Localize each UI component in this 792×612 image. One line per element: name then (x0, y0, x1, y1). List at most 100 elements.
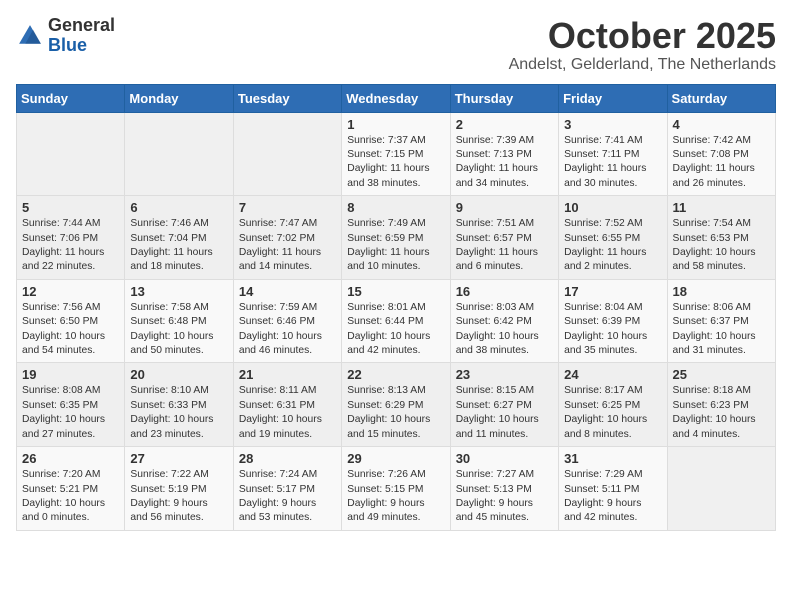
day-info: Sunrise: 7:26 AM Sunset: 5:15 PM Dayligh… (347, 468, 444, 526)
day-info: Sunrise: 7:27 AM Sunset: 5:13 PM Dayligh… (456, 468, 553, 526)
calendar-table: SundayMondayTuesdayWednesdayThursdayFrid… (16, 84, 776, 531)
calendar-day-cell: 21 Sunrise: 8:11 AM Sunset: 6:31 PM Dayli… (233, 363, 341, 447)
day-number: 23 (456, 367, 553, 382)
calendar-day-cell: 7 Sunrise: 7:47 AM Sunset: 7:02 PM Daylig… (233, 196, 341, 280)
weekday-header: Tuesday (233, 84, 341, 112)
day-info: Sunrise: 8:15 AM Sunset: 6:27 PM Dayligh… (456, 384, 553, 442)
weekday-header: Monday (125, 84, 233, 112)
day-info: Sunrise: 7:22 AM Sunset: 5:19 PM Dayligh… (130, 468, 227, 526)
calendar-day-cell: 29 Sunrise: 7:26 AM Sunset: 5:15 PM Dayli… (342, 447, 450, 531)
day-number: 13 (130, 284, 227, 299)
weekday-header: Friday (559, 84, 667, 112)
title-block: October 2025 Andelst, Gelderland, The Ne… (509, 16, 776, 74)
day-info: Sunrise: 7:37 AM Sunset: 7:15 PM Dayligh… (347, 134, 444, 192)
calendar-day-cell: 22 Sunrise: 8:13 AM Sunset: 6:29 PM Dayli… (342, 363, 450, 447)
calendar-day-cell: 1Sunrise: 7:37 AM Sunset: 7:15 PM Daylig… (342, 112, 450, 196)
calendar-header-row: SundayMondayTuesdayWednesdayThursdayFrid… (17, 84, 776, 112)
day-number: 4 (673, 117, 770, 132)
calendar-day-cell: 13 Sunrise: 7:58 AM Sunset: 6:48 PM Dayli… (125, 279, 233, 363)
day-number: 10 (564, 200, 661, 215)
calendar-day-cell: 23 Sunrise: 8:15 AM Sunset: 6:27 PM Dayli… (450, 363, 558, 447)
day-number: 17 (564, 284, 661, 299)
calendar-day-cell (125, 112, 233, 196)
calendar-week-row: 26Sunrise: 7:20 AM Sunset: 5:21 PM Dayli… (17, 447, 776, 531)
calendar-day-cell: 3 Sunrise: 7:41 AM Sunset: 7:11 PM Daylig… (559, 112, 667, 196)
location-text: Andelst, Gelderland, The Netherlands (509, 56, 776, 74)
day-info: Sunrise: 7:44 AM Sunset: 7:06 PM Dayligh… (22, 217, 119, 275)
calendar-day-cell: 8 Sunrise: 7:49 AM Sunset: 6:59 PM Daylig… (342, 196, 450, 280)
day-number: 20 (130, 367, 227, 382)
calendar-day-cell: 9Sunrise: 7:51 AM Sunset: 6:57 PM Daylig… (450, 196, 558, 280)
calendar-day-cell: 5 Sunrise: 7:44 AM Sunset: 7:06 PM Daylig… (17, 196, 125, 280)
day-info: Sunrise: 8:10 AM Sunset: 6:33 PM Dayligh… (130, 384, 227, 442)
weekday-header: Sunday (17, 84, 125, 112)
calendar-day-cell: 31 Sunrise: 7:29 AM Sunset: 5:11 PM Dayli… (559, 447, 667, 531)
calendar-day-cell: 4 Sunrise: 7:42 AM Sunset: 7:08 PM Daylig… (667, 112, 775, 196)
calendar-week-row: 5 Sunrise: 7:44 AM Sunset: 7:06 PM Daylig… (17, 196, 776, 280)
day-number: 15 (347, 284, 444, 299)
day-info: Sunrise: 8:04 AM Sunset: 6:39 PM Dayligh… (564, 301, 661, 359)
day-number: 31 (564, 451, 661, 466)
day-info: Sunrise: 7:24 AM Sunset: 5:17 PM Dayligh… (239, 468, 336, 526)
day-number: 14 (239, 284, 336, 299)
day-number: 27 (130, 451, 227, 466)
day-number: 18 (673, 284, 770, 299)
calendar-week-row: 12 Sunrise: 7:56 AM Sunset: 6:50 PM Dayli… (17, 279, 776, 363)
day-number: 5 (22, 200, 119, 215)
logo-icon (16, 22, 44, 50)
day-info: Sunrise: 8:11 AM Sunset: 6:31 PM Dayligh… (239, 384, 336, 442)
calendar-day-cell: 16 Sunrise: 8:03 AM Sunset: 6:42 PM Dayli… (450, 279, 558, 363)
weekday-header: Wednesday (342, 84, 450, 112)
logo-general-text: General (48, 15, 115, 35)
day-info: Sunrise: 7:56 AM Sunset: 6:50 PM Dayligh… (22, 301, 119, 359)
day-number: 30 (456, 451, 553, 466)
day-number: 8 (347, 200, 444, 215)
day-number: 12 (22, 284, 119, 299)
day-number: 29 (347, 451, 444, 466)
day-info: Sunrise: 8:13 AM Sunset: 6:29 PM Dayligh… (347, 384, 444, 442)
day-info: Sunrise: 7:59 AM Sunset: 6:46 PM Dayligh… (239, 301, 336, 359)
day-info: Sunrise: 7:42 AM Sunset: 7:08 PM Dayligh… (673, 134, 770, 192)
calendar-day-cell: 11 Sunrise: 7:54 AM Sunset: 6:53 PM Dayli… (667, 196, 775, 280)
calendar-week-row: 1Sunrise: 7:37 AM Sunset: 7:15 PM Daylig… (17, 112, 776, 196)
calendar-day-cell: 6Sunrise: 7:46 AM Sunset: 7:04 PM Daylig… (125, 196, 233, 280)
day-info: Sunrise: 8:03 AM Sunset: 6:42 PM Dayligh… (456, 301, 553, 359)
calendar-day-cell: 17 Sunrise: 8:04 AM Sunset: 6:39 PM Dayli… (559, 279, 667, 363)
calendar-week-row: 19Sunrise: 8:08 AM Sunset: 6:35 PM Dayli… (17, 363, 776, 447)
calendar-day-cell: 28 Sunrise: 7:24 AM Sunset: 5:17 PM Dayli… (233, 447, 341, 531)
day-number: 16 (456, 284, 553, 299)
day-number: 7 (239, 200, 336, 215)
day-number: 19 (22, 367, 119, 382)
day-info: Sunrise: 7:29 AM Sunset: 5:11 PM Dayligh… (564, 468, 661, 526)
day-number: 28 (239, 451, 336, 466)
day-number: 24 (564, 367, 661, 382)
calendar-day-cell: 18 Sunrise: 8:06 AM Sunset: 6:37 PM Dayli… (667, 279, 775, 363)
day-info: Sunrise: 7:49 AM Sunset: 6:59 PM Dayligh… (347, 217, 444, 275)
page-header: General Blue October 2025 Andelst, Gelde… (16, 16, 776, 74)
calendar-day-cell: 24Sunrise: 8:17 AM Sunset: 6:25 PM Dayli… (559, 363, 667, 447)
calendar-day-cell: 20 Sunrise: 8:10 AM Sunset: 6:33 PM Dayli… (125, 363, 233, 447)
day-info: Sunrise: 7:20 AM Sunset: 5:21 PM Dayligh… (22, 468, 119, 526)
day-info: Sunrise: 7:54 AM Sunset: 6:53 PM Dayligh… (673, 217, 770, 275)
calendar-day-cell: 25Sunrise: 8:18 AM Sunset: 6:23 PM Dayli… (667, 363, 775, 447)
calendar-day-cell (233, 112, 341, 196)
weekday-header: Thursday (450, 84, 558, 112)
calendar-day-cell (667, 447, 775, 531)
logo-blue-text: Blue (48, 35, 87, 55)
day-info: Sunrise: 7:47 AM Sunset: 7:02 PM Dayligh… (239, 217, 336, 275)
day-number: 11 (673, 200, 770, 215)
logo: General Blue (16, 16, 115, 56)
day-info: Sunrise: 7:58 AM Sunset: 6:48 PM Dayligh… (130, 301, 227, 359)
calendar-day-cell: 2 Sunrise: 7:39 AM Sunset: 7:13 PM Daylig… (450, 112, 558, 196)
day-info: Sunrise: 7:52 AM Sunset: 6:55 PM Dayligh… (564, 217, 661, 275)
day-info: Sunrise: 8:06 AM Sunset: 6:37 PM Dayligh… (673, 301, 770, 359)
day-number: 2 (456, 117, 553, 132)
day-number: 3 (564, 117, 661, 132)
day-number: 21 (239, 367, 336, 382)
calendar-day-cell: 12 Sunrise: 7:56 AM Sunset: 6:50 PM Dayli… (17, 279, 125, 363)
day-number: 22 (347, 367, 444, 382)
day-info: Sunrise: 7:39 AM Sunset: 7:13 PM Dayligh… (456, 134, 553, 192)
calendar-day-cell: 30 Sunrise: 7:27 AM Sunset: 5:13 PM Dayli… (450, 447, 558, 531)
day-number: 25 (673, 367, 770, 382)
day-info: Sunrise: 7:41 AM Sunset: 7:11 PM Dayligh… (564, 134, 661, 192)
